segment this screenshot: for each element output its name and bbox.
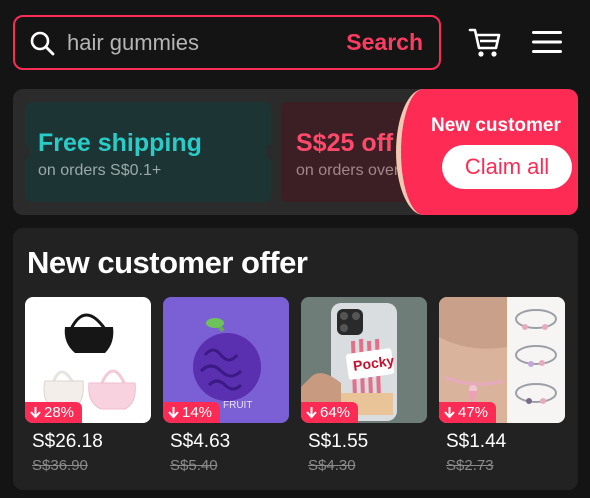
search-input[interactable] [67,29,347,56]
original-price: S$36.90 [32,457,88,474]
product-price: S$1.44 [446,431,507,452]
arrow-down-icon [30,406,41,418]
arrow-down-icon [168,406,179,418]
claim-all-button[interactable]: Claim all [442,145,572,189]
new-customer-panel: New customer Claim all [396,89,578,215]
product-image[interactable]: FRUIT 14% [163,297,289,423]
discount-value: 28% [44,404,75,421]
original-price: S$4.30 [308,457,356,474]
discount-value: 47% [458,404,489,421]
arrow-down-icon [444,406,455,418]
product-price: S$4.63 [170,431,231,452]
product-image[interactable]: Pocky 64% [301,297,427,423]
product-price: S$1.55 [308,431,369,452]
free-shipping-coupon[interactable]: Free shipping on orders S$0.1+ [25,102,271,202]
new-customer-offer-section: New customer offer 28% S$26.18 S$36.90 F… [13,228,578,490]
discount-badge: 64% [301,402,359,423]
free-shipping-subtitle: on orders S$0.1+ [38,162,162,179]
discount-value: 14% [182,404,213,421]
arrow-down-icon [306,406,317,418]
cart-icon[interactable] [468,25,502,59]
original-price: S$5.40 [170,457,218,474]
discount-badge: 28% [25,402,83,423]
product-card[interactable]: 28% S$26.18 S$36.90 [25,297,151,474]
coupon-notch [20,145,30,159]
product-image[interactable]: 47% [439,297,565,423]
free-shipping-title: Free shipping [38,129,202,157]
new-customer-label: New customer [431,115,561,136]
product-card[interactable]: Pocky 64% S$1.55 S$4.30 [301,297,427,474]
search-button[interactable]: Search [346,29,423,56]
coupon-banner: Free shipping on orders S$0.1+ S$25 off … [13,89,578,215]
original-price: S$2.73 [446,457,494,474]
product-price: S$26.18 [32,431,103,452]
product-card[interactable]: 47% S$1.44 S$2.73 [439,297,565,474]
product-card[interactable]: FRUIT 14% S$4.63 S$5.40 [163,297,289,474]
product-image[interactable]: 28% [25,297,151,423]
section-title: New customer offer [27,245,308,280]
menu-icon[interactable] [532,30,562,54]
discount-value: 64% [320,404,351,421]
case-print-text: FRUIT [223,400,253,411]
search-bar[interactable]: Search [13,15,441,70]
discount-badge: 14% [163,402,221,423]
discount-badge: 47% [439,402,497,423]
coupon-notch [266,145,276,159]
search-icon [30,31,55,55]
